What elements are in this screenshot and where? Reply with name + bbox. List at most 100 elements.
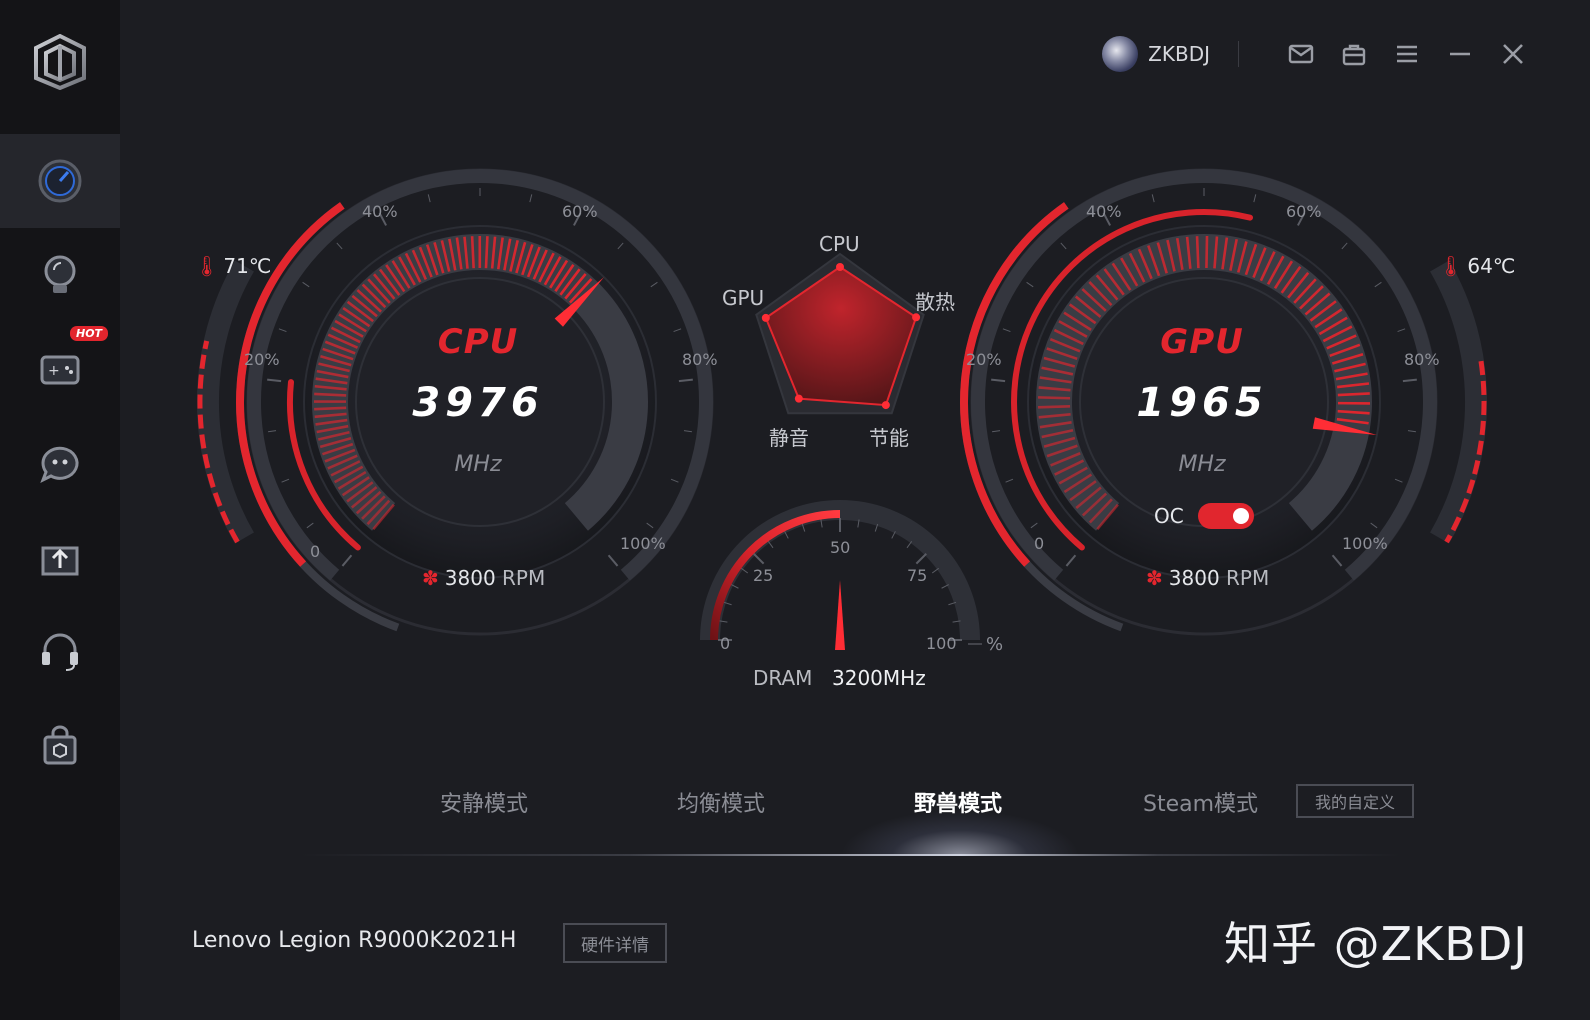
gpu-usage-segment — [1195, 236, 1200, 269]
gpu-scale-tick — [992, 430, 1001, 433]
cpu-unit: MHz — [378, 452, 578, 477]
gpu-fan-unit: RPM — [1226, 566, 1270, 590]
chat-bubble-icon — [40, 446, 79, 484]
gpu-unit-label: MHz — [1178, 452, 1226, 477]
hot-badge: HOT — [70, 326, 109, 341]
cpu-scale-tick — [646, 522, 654, 529]
oc-label: OC — [1154, 504, 1184, 528]
radar-label-eco: 节能 — [869, 426, 909, 450]
legion-logo-icon — [34, 34, 86, 90]
gpu-scale-tick — [1253, 194, 1257, 203]
cpu-scale-tick — [306, 522, 314, 529]
gpu-scale-tick — [1005, 478, 1014, 483]
cpu-frequency: 3976 — [358, 380, 598, 426]
dram-scale-25: 25 — [753, 566, 774, 585]
dram-tick — [931, 567, 939, 574]
mode-selector: 安静模式 均衡模式 野兽模式 Steam模式 我的自定义 — [120, 770, 1590, 860]
cpu-scale-tick — [302, 281, 310, 288]
dram-arc — [710, 510, 841, 641]
gpu-scale-100: 100% — [1342, 534, 1388, 553]
cpu-scale-tick — [678, 378, 693, 383]
gpu-temp-track — [1430, 260, 1487, 544]
cpu-scale-tick — [617, 242, 624, 250]
gpu-usage-segment — [1038, 396, 1071, 400]
gpu-frequency: 1965 — [1082, 380, 1322, 426]
mode-steam[interactable]: Steam模式 — [1143, 786, 1258, 818]
gpu-scale-tick — [1370, 522, 1378, 529]
cpu-scale-20: 20% — [244, 350, 280, 369]
gpu-frequency-value: 1965 — [1136, 380, 1268, 426]
cpu-usage-segment — [470, 236, 475, 269]
cpu-fan-speed: ✽ 3800 RPM — [422, 566, 545, 590]
radar-point — [761, 313, 770, 322]
dram-scale-50: 50 — [830, 538, 851, 557]
mode-balanced[interactable]: 均衡模式 — [677, 786, 765, 818]
cpu-unit-label: MHz — [454, 452, 502, 477]
device-name: Lenovo Legion R9000K2021H — [192, 928, 517, 953]
custom-mode-button[interactable]: 我的自定义 — [1296, 784, 1414, 818]
gpu-temperature: 🌡 64℃ — [1438, 254, 1515, 278]
gpu-scale-60: 60% — [1286, 202, 1322, 221]
dram-scale-100: 100 — [926, 634, 957, 653]
gpu-scale-80: 80% — [1404, 350, 1440, 369]
headset-icon — [42, 633, 78, 671]
cpu-scale-tick — [607, 554, 619, 567]
cpu-scale-0: 0 — [310, 542, 321, 561]
cpu-fan-unit: RPM — [502, 566, 546, 590]
dram-label: DRAM — [753, 666, 813, 690]
sidebar: + HOT — [0, 0, 120, 1020]
cpu-scale-tick — [673, 328, 682, 333]
cpu-scale-tick — [650, 281, 658, 288]
cpu-scale-tick — [267, 378, 282, 383]
dram-tick — [741, 567, 749, 574]
mode-quiet[interactable]: 安静模式 — [440, 786, 528, 818]
gpu-scale-tick — [1407, 430, 1416, 433]
gpu-fan-speed: ✽ 3800 RPM — [1146, 566, 1269, 590]
radar-point — [794, 394, 803, 403]
shop-bag-icon — [43, 725, 77, 765]
sidebar-item-performance[interactable] — [0, 134, 120, 228]
gpu-scale-tick — [1026, 281, 1034, 288]
dram-tick — [915, 553, 927, 565]
cpu-usage-segment — [314, 392, 347, 397]
gpu-scale-tick — [1060, 242, 1067, 250]
sidebar-item-games[interactable]: + HOT — [0, 322, 120, 416]
gpu-temperature-value: 64℃ — [1467, 254, 1516, 278]
gauges-area: CPU 3976 MHz 🌡 71℃ ✽ 3800 RPM 0 20% 40% 60… — [120, 0, 1590, 720]
gpu-unit: MHz — [1102, 452, 1302, 477]
gpu-scale-tick — [1394, 478, 1403, 483]
watermark: 知乎 @ZKBDJ — [1224, 917, 1528, 971]
sidebar-item-messages[interactable] — [0, 416, 120, 510]
cpu-scale-60: 60% — [562, 202, 598, 221]
hardware-details-button[interactable]: 硬件详情 — [563, 923, 667, 963]
cpu-scale-80: 80% — [682, 350, 718, 369]
gpu-scale-tick — [1397, 328, 1406, 333]
fan-icon: ✽ — [1146, 566, 1163, 590]
oc-control: OC — [1154, 503, 1254, 529]
cpu-usage-segment — [314, 406, 347, 411]
dram-needle — [835, 580, 845, 650]
cpu-scale-tick — [427, 194, 431, 203]
oc-toggle[interactable] — [1197, 503, 1254, 529]
gpu-title: GPU — [1160, 322, 1244, 362]
svg-text:+: + — [48, 363, 60, 379]
oc-toggle-knob — [1232, 508, 1249, 524]
upload-tray-icon — [41, 546, 79, 576]
gpu-scale-tick — [1002, 328, 1011, 333]
sidebar-item-lighting[interactable] — [0, 228, 120, 322]
mode-beast[interactable]: 野兽模式 — [914, 786, 1002, 818]
lightbulb-icon — [44, 255, 76, 293]
gpu-scale-40: 40% — [1086, 202, 1122, 221]
sidebar-item-drivers[interactable] — [0, 510, 120, 604]
cpu-scale-tick — [670, 478, 679, 483]
sidebar-item-store[interactable] — [0, 698, 120, 792]
cpu-fan-value: 3800 — [444, 566, 496, 590]
speedometer-icon — [38, 159, 82, 203]
gpu-scale-20: 20% — [966, 350, 1002, 369]
cpu-usage-segment — [484, 236, 489, 269]
sidebar-item-audio[interactable] — [0, 604, 120, 698]
radar-label-cpu: CPU — [819, 232, 860, 256]
cpu-frequency-value: 3976 — [412, 380, 544, 426]
radar-point — [836, 263, 844, 271]
gpu-scale-0: 0 — [1034, 534, 1045, 553]
